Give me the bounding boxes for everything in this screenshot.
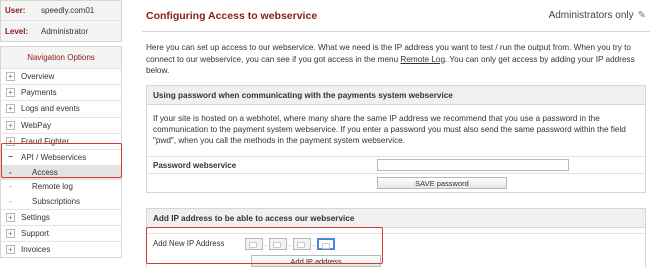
level-row: Level: Administrator bbox=[1, 21, 121, 41]
bullet-icon: - bbox=[9, 167, 12, 177]
nav-item-invoices[interactable]: + Invoices bbox=[1, 241, 121, 257]
nav-item-label: Overview bbox=[21, 72, 55, 82]
navigation-heading: Navigation Options bbox=[0, 46, 122, 68]
nav-item-webpay[interactable]: + WebPay bbox=[1, 116, 121, 133]
nav-item-label: Payments bbox=[21, 88, 57, 98]
page-title: Configuring Access to webservice bbox=[146, 9, 318, 22]
password-webservice-input[interactable] bbox=[377, 159, 569, 172]
ip-panel-heading: Add IP address to be able to access our … bbox=[147, 209, 645, 228]
pencil-icon[interactable]: ✎ bbox=[638, 10, 646, 21]
nav-item-logs-and-events[interactable]: + Logs and events bbox=[1, 100, 121, 116]
user-info-box: User: speedly.com01 Level: Administrator bbox=[0, 0, 122, 42]
password-field-label: Password webservice bbox=[153, 160, 237, 170]
password-panel-heading: Using password when communicating with t… bbox=[147, 85, 645, 105]
password-panel-description: If your site is hosted on a webhotel, wh… bbox=[153, 113, 626, 146]
nav-item-settings[interactable]: + Settings bbox=[1, 208, 121, 225]
collapse-icon[interactable]: − bbox=[6, 153, 15, 163]
nav-item-label: Support bbox=[21, 228, 50, 238]
expand-icon[interactable]: + bbox=[6, 120, 15, 130]
user-label: User: bbox=[5, 6, 26, 15]
user-row: User: speedly.com01 bbox=[1, 1, 121, 21]
bullet-icon: - bbox=[9, 196, 12, 206]
intro-text: Here you can set up access to our webser… bbox=[146, 42, 646, 77]
save-button-row: SAVE password bbox=[147, 174, 645, 192]
nav-item-label: Fraud Fighter bbox=[21, 136, 70, 146]
save-password-button[interactable]: SAVE password bbox=[377, 177, 507, 190]
user-value: speedly.com01 bbox=[41, 6, 95, 15]
nav-item-label: WebPay bbox=[21, 120, 52, 130]
admin-only-notice: Administrators only ✎ bbox=[549, 10, 646, 21]
nav-item-label: Logs and events bbox=[21, 104, 80, 114]
nav-subitem-remote-log[interactable]: - Remote log bbox=[1, 180, 121, 195]
nav-item-label: API / Webservices bbox=[21, 153, 87, 163]
sidebar: User: speedly.com01 Level: Administrator… bbox=[0, 0, 122, 268]
password-row: Password webservice bbox=[147, 156, 645, 175]
level-value: Administrator bbox=[41, 26, 89, 36]
expand-icon[interactable]: + bbox=[6, 228, 15, 238]
ip-octet-1-input[interactable] bbox=[245, 237, 263, 250]
ip-field-label: Add New IP Address bbox=[153, 239, 225, 248]
nav-item-fraud-fighter[interactable]: + Fraud Fighter bbox=[1, 132, 121, 149]
nav-subitem-access[interactable]: - Access bbox=[1, 165, 121, 180]
expand-icon[interactable]: + bbox=[6, 88, 15, 98]
admin-only-text: Administrators only bbox=[548, 10, 634, 21]
nav-item-support[interactable]: + Support bbox=[1, 224, 121, 241]
ip-octet-2-input[interactable] bbox=[269, 237, 287, 250]
nav-item-label: Invoices bbox=[21, 245, 51, 255]
ip-octet-3-input[interactable] bbox=[293, 237, 311, 250]
nav-subitem-label: Access bbox=[32, 167, 58, 177]
nav-subitem-label: Subscriptions bbox=[32, 196, 81, 206]
expand-icon[interactable]: + bbox=[6, 136, 15, 146]
nav-item-payments[interactable]: + Payments bbox=[1, 84, 121, 100]
add-ip-button-row: Add IP address bbox=[147, 253, 645, 268]
expand-icon[interactable]: + bbox=[6, 104, 15, 114]
expand-icon[interactable]: + bbox=[6, 245, 15, 255]
page-header: Configuring Access to webservice Adminis… bbox=[142, 0, 650, 32]
nav-item-api-webservices[interactable]: − API / Webservices bbox=[1, 148, 121, 165]
ip-octet-4-input[interactable] bbox=[317, 237, 335, 250]
remote-log-link[interactable]: Remote Log bbox=[400, 55, 445, 64]
password-panel: Using password when communicating with t… bbox=[146, 84, 646, 194]
nav-subitem-label: Remote log bbox=[32, 182, 73, 192]
navigation-menu: + Overview + Payments + Logs and events + We… bbox=[0, 68, 122, 259]
ip-panel: Add IP address to be able to access our … bbox=[146, 208, 646, 268]
bullet-icon: - bbox=[9, 182, 12, 192]
level-label: Level: bbox=[5, 26, 29, 36]
expand-icon[interactable]: + bbox=[6, 212, 15, 222]
ip-row: Add New IP Address . . . bbox=[147, 233, 645, 253]
nav-item-label: Settings bbox=[21, 212, 50, 222]
nav-item-overview[interactable]: + Overview bbox=[1, 68, 121, 84]
expand-icon[interactable]: + bbox=[6, 72, 15, 82]
nav-subitem-subscriptions[interactable]: - Subscriptions bbox=[1, 194, 121, 209]
add-ip-address-button[interactable]: Add IP address bbox=[251, 255, 381, 267]
